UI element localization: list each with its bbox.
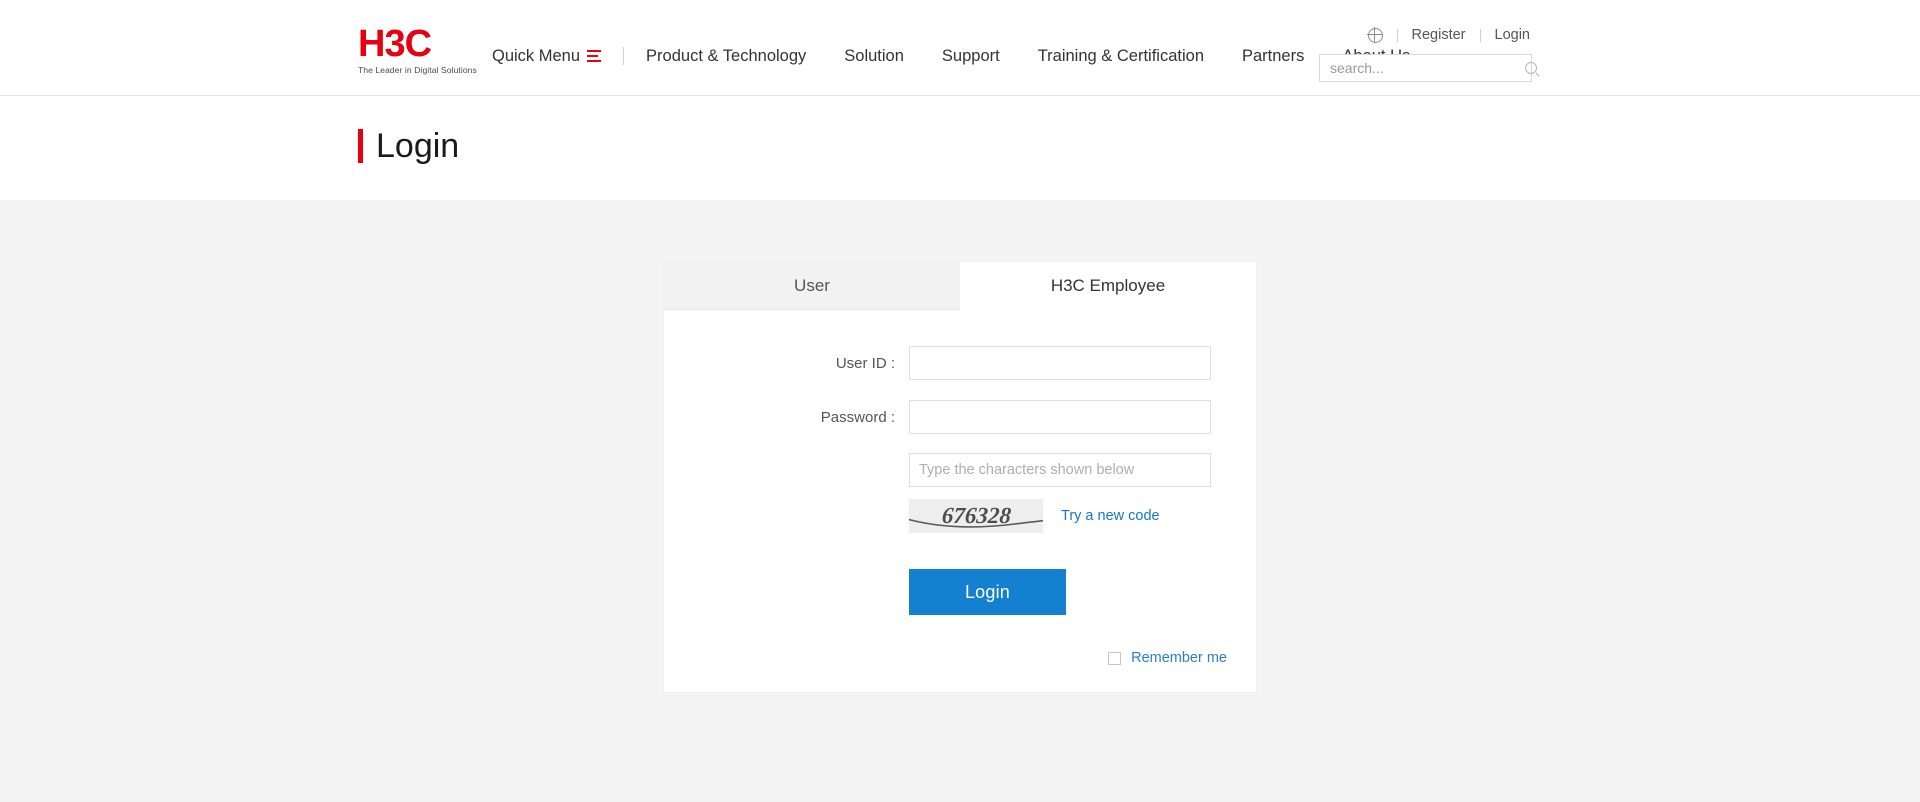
captcha-input-row <box>664 453 1256 487</box>
globe-icon[interactable] <box>1367 27 1383 43</box>
page-title: Login <box>358 128 459 164</box>
captcha-code-text: 676328 <box>940 503 1012 528</box>
utility-divider <box>1479 28 1481 42</box>
search-button[interactable] <box>1519 55 1543 81</box>
utility-bar: Register Login <box>1367 26 1530 44</box>
login-card: User H3C Employee User ID : Password : 6… <box>664 262 1256 692</box>
utility-divider <box>1396 28 1398 42</box>
user-id-row: User ID : <box>664 346 1256 380</box>
captcha-image[interactable]: 676328 <box>909 499 1043 533</box>
try-new-code-link[interactable]: Try a new code <box>1061 508 1160 524</box>
page-title-text: Login <box>376 127 460 165</box>
h3c-logo[interactable]: H3C The Leader in Digital Solutions <box>358 23 477 75</box>
tab-h3c-employee[interactable]: H3C Employee <box>960 262 1256 310</box>
tab-user[interactable]: User <box>664 262 960 310</box>
logo-tagline: The Leader in Digital Solutions <box>358 65 477 75</box>
nav-item-support[interactable]: Support <box>942 44 1000 68</box>
login-form: User ID : Password : 676328 Try <box>664 346 1256 666</box>
submit-spacer <box>664 569 909 615</box>
search-input[interactable] <box>1320 55 1519 81</box>
site-header: H3C The Leader in Digital Solutions Quic… <box>0 0 1920 96</box>
hamburger-menu-icon <box>587 50 602 62</box>
page-content: User H3C Employee User ID : Password : 6… <box>0 200 1920 802</box>
main-navigation: Quick Menu Product & Technology Solution… <box>492 44 1448 68</box>
search-box[interactable] <box>1319 54 1537 82</box>
submit-row: Login <box>664 569 1256 615</box>
login-submit-button[interactable]: Login <box>909 569 1066 615</box>
register-link[interactable]: Register <box>1412 27 1466 43</box>
captcha-row: 676328 Try a new code <box>664 499 1256 533</box>
captcha-input[interactable] <box>909 453 1211 487</box>
password-row: Password : <box>664 400 1256 434</box>
nav-item-solution[interactable]: Solution <box>844 44 904 68</box>
search-icon <box>1525 62 1537 74</box>
nav-item-product-technology[interactable]: Product & Technology <box>646 44 806 68</box>
user-id-input[interactable] <box>909 346 1211 380</box>
password-input[interactable] <box>909 400 1211 434</box>
user-id-label: User ID : <box>835 354 895 372</box>
nav-item-label: Quick Menu <box>492 47 581 65</box>
title-accent-bar <box>358 129 363 163</box>
remember-me-row: Remember me <box>664 650 1256 666</box>
nav-item-quick-menu[interactable]: Quick Menu <box>492 44 602 68</box>
password-label: Password : <box>820 408 895 426</box>
login-tabs: User H3C Employee <box>664 262 1256 310</box>
nav-divider <box>623 47 625 65</box>
nav-item-partners[interactable]: Partners <box>1242 44 1304 68</box>
logo-wordmark: H3C <box>358 23 432 65</box>
remember-me-label[interactable]: Remember me <box>1131 650 1227 666</box>
nav-item-training-certification[interactable]: Training & Certification <box>1038 44 1204 68</box>
remember-me-checkbox[interactable] <box>1108 651 1122 665</box>
page-title-band: Login <box>0 96 1920 200</box>
header-login-link[interactable]: Login <box>1495 27 1530 43</box>
